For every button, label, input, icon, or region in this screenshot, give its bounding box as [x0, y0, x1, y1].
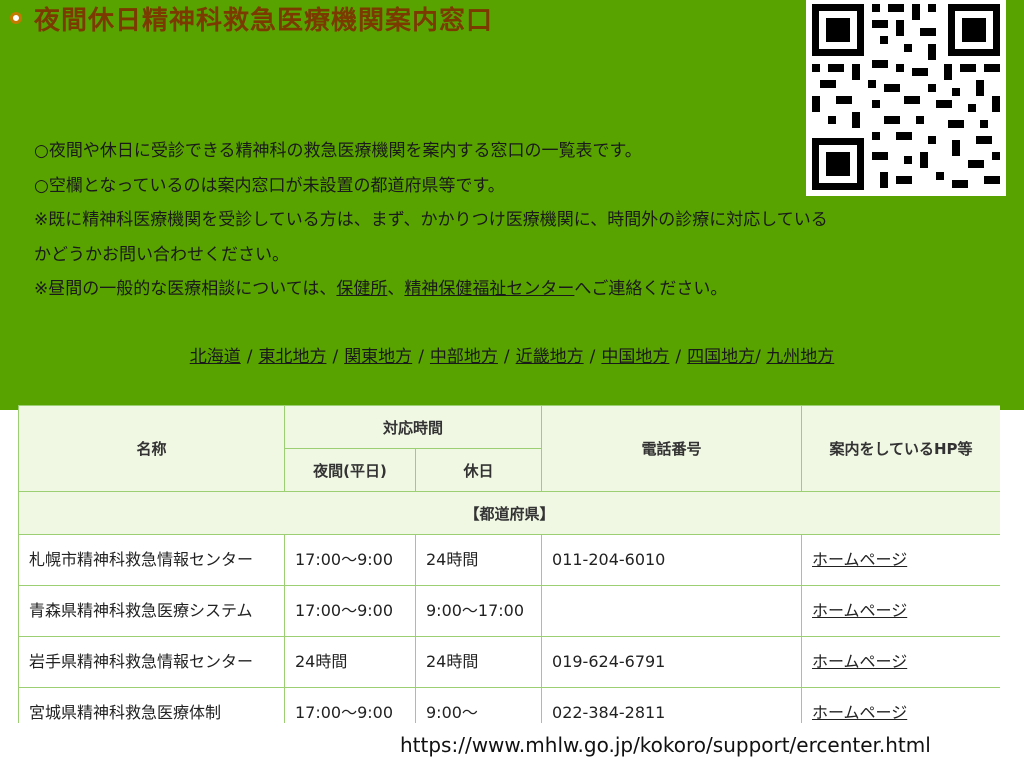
header-holiday: 休日 — [414, 448, 543, 492]
separator: / — [332, 347, 339, 367]
note-text: ※昼間の一般的な医療相談については、 — [34, 279, 337, 299]
separator: / — [589, 347, 596, 367]
table-row: 青森県精神科救急医療システム 17:00～9:00 9:00～17:00 ホーム… — [18, 585, 1000, 637]
region-link-shikoku[interactable]: 四国地方 — [687, 347, 755, 367]
cell-phone — [541, 585, 803, 637]
cell-name: 岩手県精神科救急情報センター — [18, 636, 285, 688]
cell-holiday: 9:00～17:00 — [414, 585, 543, 637]
cell-name: 宮城県精神科救急医療体制 — [18, 687, 285, 723]
table-row: 札幌市精神科救急情報センター 17:00～9:00 24時間 011-204-6… — [18, 534, 1000, 586]
link-mental-health-center[interactable]: 精神保健福祉センター — [404, 279, 574, 299]
region-link-hokkaido[interactable]: 北海道 — [190, 347, 241, 367]
cell-name: 青森県精神科救急医療システム — [18, 585, 285, 637]
note-line: ○夜間や休日に受診できる精神科の救急医療機関を案内する窓口の一覧表です。 — [34, 141, 642, 161]
cell-night: 17:00～9:00 — [284, 534, 416, 586]
cell-hp: ホームページ — [801, 534, 1000, 586]
cell-name: 札幌市精神科救急情報センター — [18, 534, 285, 586]
homepage-link[interactable]: ホームページ — [812, 652, 907, 671]
cell-phone: 011-204-6010 — [541, 534, 803, 586]
cell-night: 17:00～9:00 — [284, 585, 416, 637]
homepage-link[interactable]: ホームページ — [812, 550, 907, 569]
separator: / — [418, 347, 424, 367]
page-title: 夜間休日精神科救急医療機関案内窓口 — [34, 5, 494, 36]
note-text: へご連絡ください。 — [574, 279, 728, 299]
notes-block: ○夜間や休日に受診できる精神科の救急医療機関を案内する窓口の一覧表です。 ○空欄… — [34, 134, 994, 307]
cell-hp: ホームページ — [801, 636, 1000, 688]
region-link-chubu[interactable]: 中部地方 — [430, 347, 498, 367]
region-nav: 北海道 / 東北地方 / 関東地方 / 中部地方 / 近畿地方 / 中国地方 / 四国地方/ 九州地方 — [0, 342, 1024, 367]
separator: / — [675, 347, 682, 367]
title-row: 夜間休日精神科救急医療機関案内窓口 — [10, 2, 494, 36]
section-prefectures: 【都道府県】 — [18, 491, 1000, 535]
table-row: 宮城県精神科救急医療体制 17:00～9:00 9:00～ 022-384-28… — [18, 687, 1000, 723]
region-link-kinki[interactable]: 近畿地方 — [516, 347, 584, 367]
note-line: ○空欄となっているのは案内窓口が未設置の都道府県等です。 — [34, 175, 505, 196]
er-table: 名称 対応時間 電話番号 案内をしているHP等 夜間(平日) 休日 【都道府県】… — [18, 405, 1000, 723]
header-hours: 対応時間 — [283, 405, 543, 449]
homepage-link[interactable]: ホームページ — [812, 601, 907, 620]
cell-night: 24時間 — [284, 636, 416, 688]
cell-hp: ホームページ — [801, 687, 1000, 723]
header-night: 夜間(平日) — [284, 448, 416, 492]
header-name: 名称 — [18, 405, 285, 492]
cell-night: 17:00～9:00 — [284, 687, 416, 723]
separator: / — [503, 347, 510, 367]
cell-holiday: 24時間 — [414, 636, 543, 688]
er-table-container: 名称 対応時間 電話番号 案内をしているHP等 夜間(平日) 休日 【都道府県】… — [18, 405, 1000, 723]
note-text: 、 — [387, 279, 405, 299]
note-line: ※既に精神科医療機関を受診している方は、まず、かかりつけ医療機関に、時間外の診療… — [34, 210, 828, 230]
cell-hp: ホームページ — [801, 585, 1000, 637]
cell-phone: 019-624-6791 — [541, 636, 803, 688]
cell-phone: 022-384-2811 — [541, 687, 803, 723]
note-line: かどうかお問い合わせください。 — [34, 244, 289, 265]
bullet-icon — [10, 12, 22, 24]
separator: / — [755, 347, 767, 367]
region-link-kanto[interactable]: 関東地方 — [344, 347, 412, 367]
homepage-link[interactable]: ホームページ — [812, 703, 907, 722]
header-hp: 案内をしているHP等 — [801, 405, 1000, 492]
region-link-kyushu[interactable]: 九州地方 — [766, 347, 834, 367]
separator: / — [246, 347, 253, 367]
link-hokenjo[interactable]: 保健所 — [336, 279, 387, 299]
cell-holiday: 24時間 — [414, 534, 543, 586]
table-row: 岩手県精神科救急情報センター 24時間 24時間 019-624-6791 ホー… — [18, 636, 1000, 688]
header-phone: 電話番号 — [541, 405, 803, 492]
cell-holiday: 9:00～ — [414, 687, 543, 723]
region-link-tohoku[interactable]: 東北地方 — [258, 347, 326, 367]
note-line: ※昼間の一般的な医療相談については、保健所、精神保健福祉センターへご連絡ください… — [34, 272, 994, 307]
source-url: https://www.mhlw.go.jp/kokoro/support/er… — [400, 733, 931, 757]
region-link-chugoku[interactable]: 中国地方 — [601, 347, 669, 367]
